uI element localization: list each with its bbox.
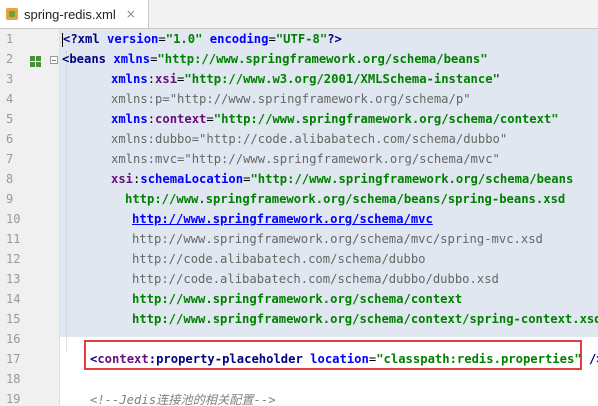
code-line-4: xmlns:p="http://www.springframework.org/… — [111, 92, 471, 106]
code-line-15: http://www.springframework.org/schema/co… — [132, 312, 598, 326]
code-line-1: <?xml version="1.0" encoding="UTF-8"?> — [62, 32, 342, 47]
code-line-13: http://code.alibabatech.com/schema/dubbo… — [132, 272, 499, 286]
code-line-3: xmlns:xsi="http://www.w3.org/2001/XMLSch… — [111, 72, 500, 86]
line-number: 7 — [6, 152, 14, 166]
tab-spring-redis-xml[interactable]: spring-redis.xml × — [0, 0, 149, 28]
line-number: 5 — [6, 112, 14, 126]
code-line-10: http://www.springframework.org/schema/mv… — [132, 209, 433, 229]
code-editor[interactable]: 1 2 3 4 5 6 7 8 9 10 11 12 13 14 15 16 1… — [0, 29, 598, 406]
code-line-9: http://www.springframework.org/schema/be… — [125, 192, 566, 206]
code-line-14: http://www.springframework.org/schema/co… — [132, 292, 463, 306]
spring-bean-gutter-icon[interactable] — [30, 56, 42, 68]
tab-label: spring-redis.xml — [24, 6, 116, 22]
code-line-17: <context:property-placeholder location="… — [90, 352, 598, 366]
line-number: 12 — [6, 252, 21, 266]
line-number: 18 — [6, 372, 21, 386]
code-line-7: xmlns:mvc="http://www.springframework.or… — [111, 152, 500, 166]
line-number: 16 — [6, 332, 21, 346]
code-line-12: http://code.alibabatech.com/schema/dubbo — [132, 252, 426, 266]
line-number: 6 — [6, 132, 14, 146]
code-line-6: xmlns:dubbo="http://code.alibabatech.com… — [111, 132, 508, 146]
line-number: 15 — [6, 312, 21, 326]
indent-guide — [66, 51, 67, 351]
xml-file-icon — [6, 8, 18, 20]
line-number: 13 — [6, 272, 21, 286]
code-line-5: xmlns:context="http://www.springframewor… — [111, 112, 559, 126]
line-number: 17 — [6, 352, 21, 366]
line-number: 4 — [6, 92, 14, 106]
line-number: 11 — [6, 232, 21, 246]
code-area[interactable]: <?xml version="1.0" encoding="UTF-8"?> <… — [60, 29, 598, 406]
line-number: 14 — [6, 292, 21, 306]
line-number-gutter: 1 2 3 4 5 6 7 8 9 10 11 12 13 14 15 16 1… — [0, 29, 60, 406]
line-number: 8 — [6, 172, 14, 186]
line-number: 10 — [6, 212, 21, 226]
line-number: 3 — [6, 72, 14, 86]
code-line-20: <!--Jedis连接池的相关配置--> — [90, 393, 276, 406]
close-tab-icon[interactable]: × — [126, 7, 136, 21]
line-number: 19 — [6, 392, 21, 406]
line-number: 9 — [6, 192, 14, 206]
editor-tab-bar: spring-redis.xml × — [0, 0, 598, 29]
code-line-2: <beans xmlns="http://www.springframework… — [62, 52, 488, 66]
fold-toggle-icon[interactable] — [50, 56, 58, 64]
code-line-11: http://www.springframework.org/schema/mv… — [132, 232, 543, 246]
line-number: 1 — [6, 32, 14, 46]
code-line-8: xsi:schemaLocation="http://www.springfra… — [111, 172, 574, 186]
schema-url-link[interactable]: http://www.springframework.org/schema/mv… — [132, 212, 433, 226]
